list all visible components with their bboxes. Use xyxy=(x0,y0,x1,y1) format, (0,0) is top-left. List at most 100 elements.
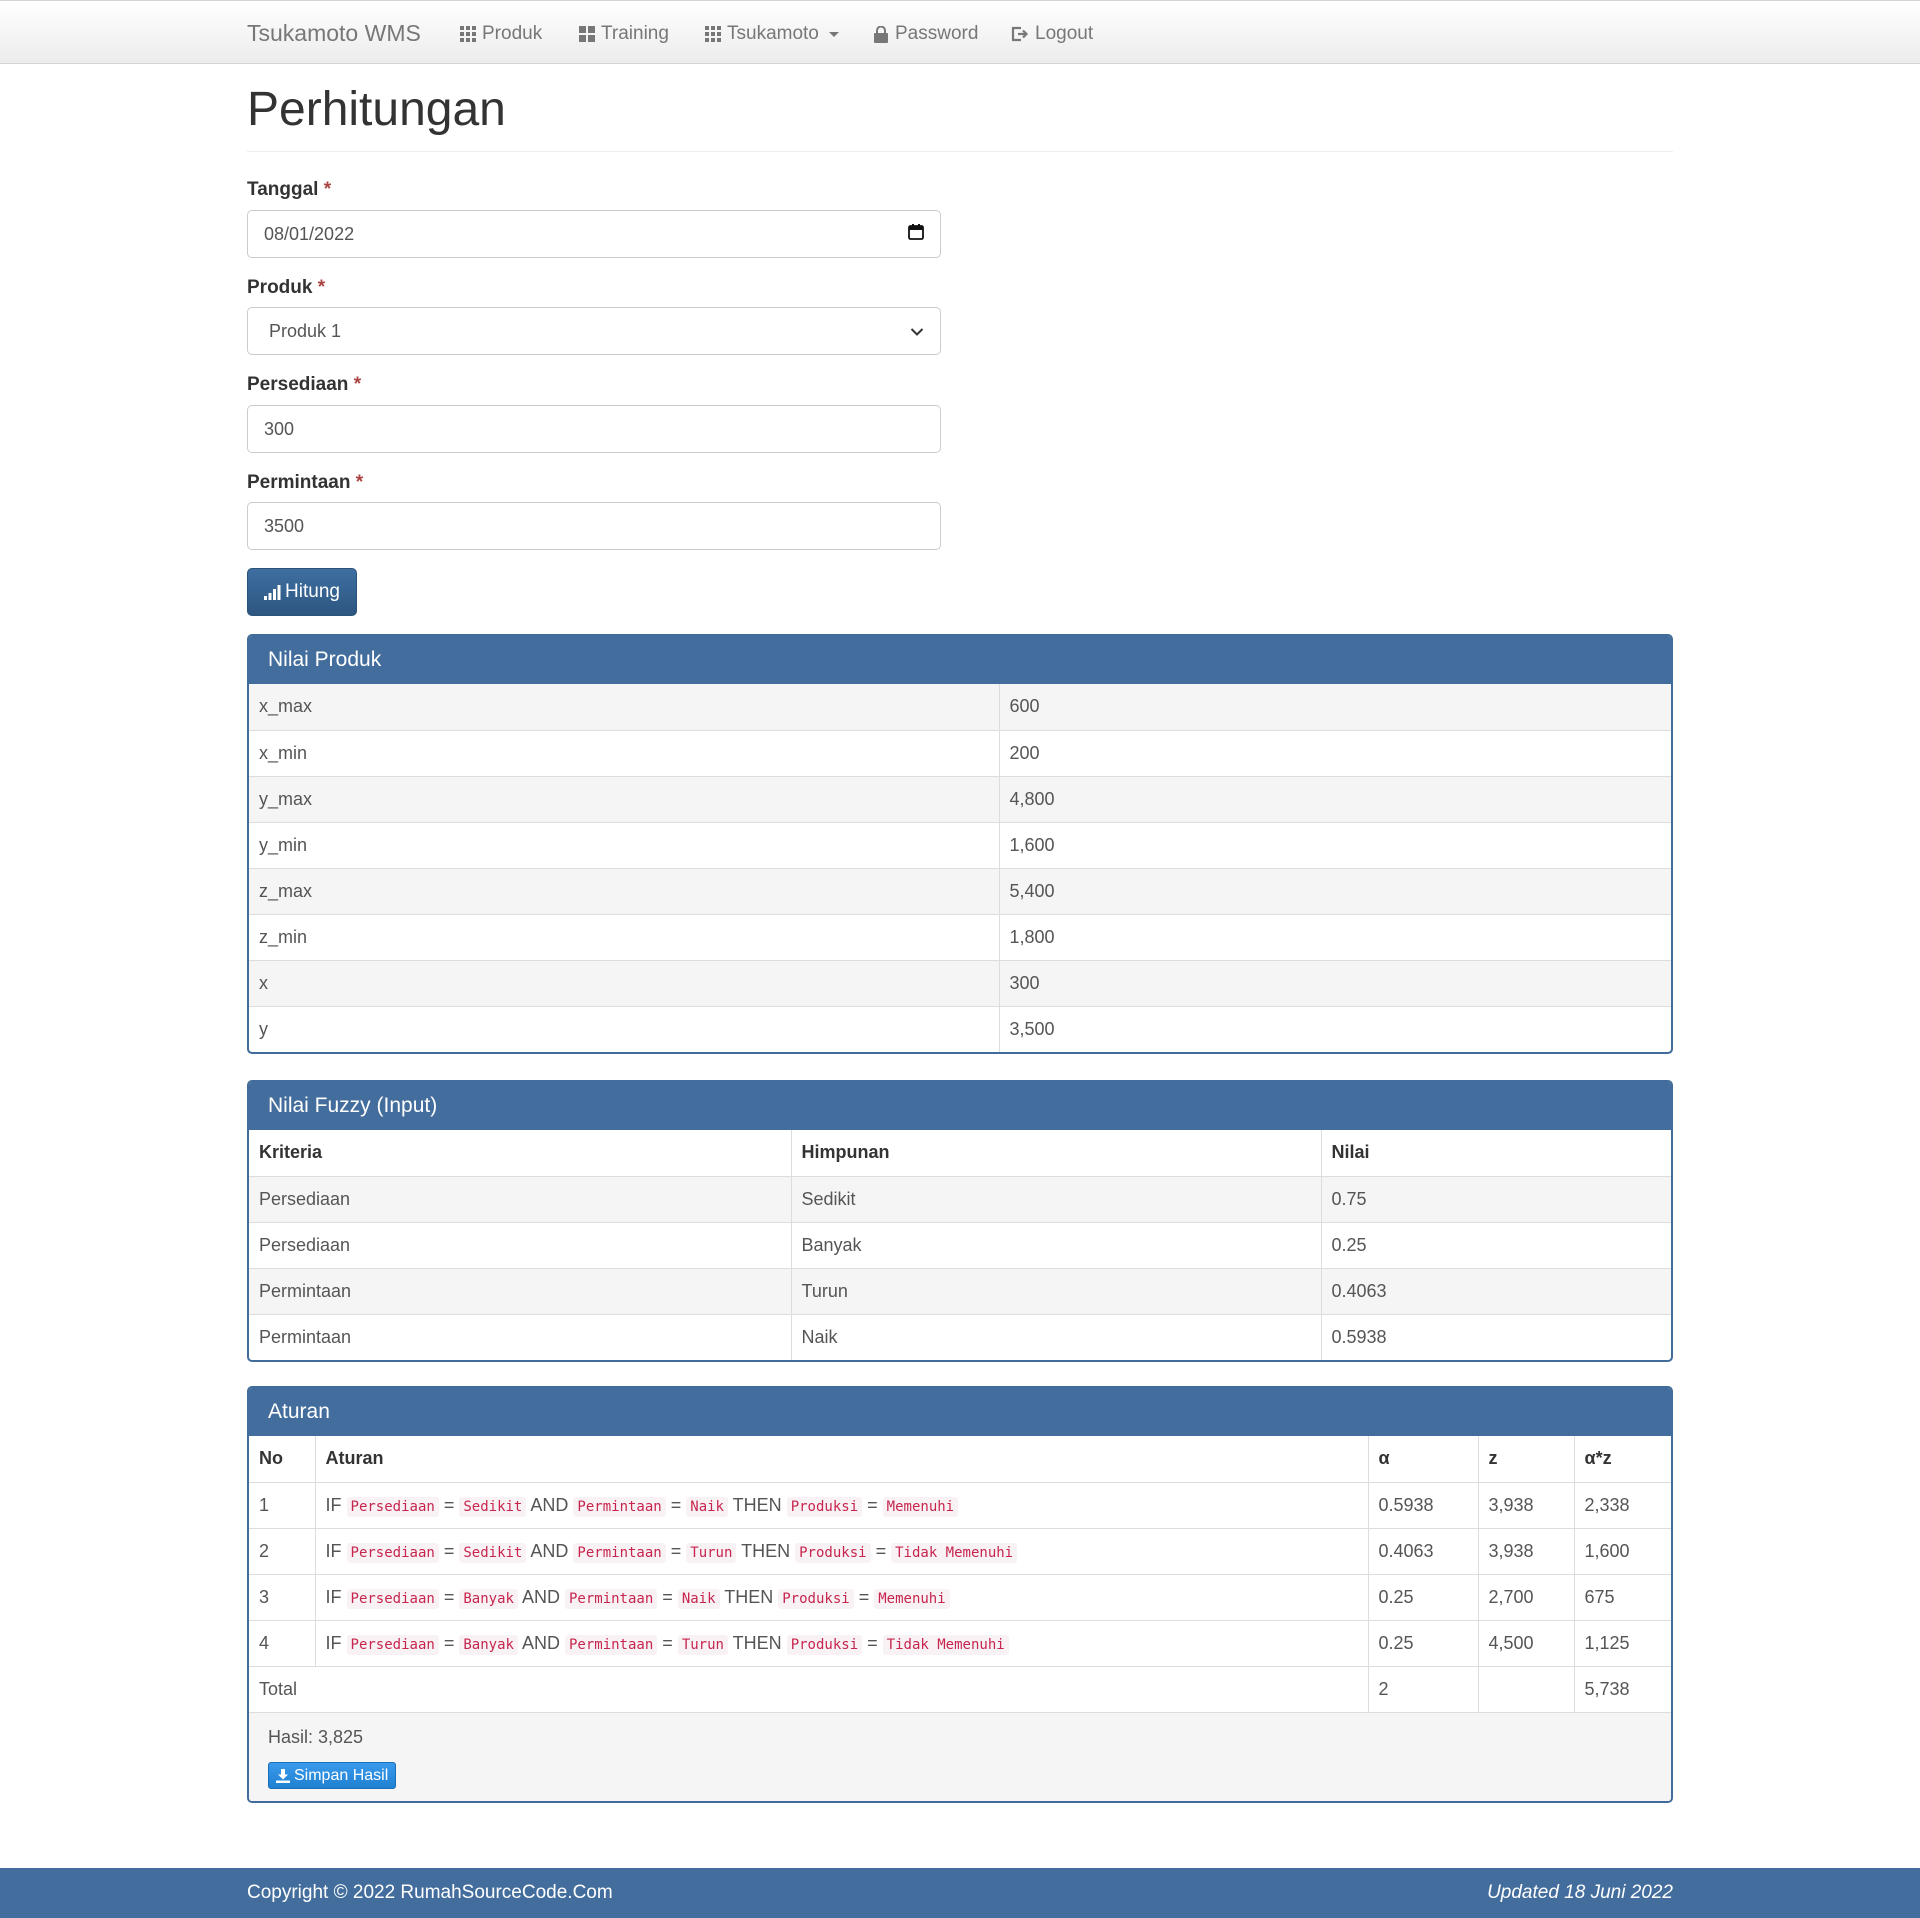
table-row: y_min 1,600 xyxy=(249,821,1671,868)
row-key: x_max xyxy=(249,684,999,730)
nilai-fuzzy-table: Kriteria Himpunan Nilai Persediaan Sedik… xyxy=(249,1130,1671,1360)
table-row: x_max 600 xyxy=(249,684,1671,730)
th-large-icon xyxy=(579,26,595,42)
persediaan-label: Persediaan * xyxy=(247,374,362,395)
table-cell: Banyak xyxy=(790,1221,1321,1268)
table-row: Persediaan Sedikit 0.75 xyxy=(249,1175,1671,1222)
nav-item-logout[interactable]: Logout xyxy=(1011,23,1093,45)
rule-alpha-z: 1,125 xyxy=(1573,1619,1671,1666)
page-footer: Copyright © 2022 RumahSourceCode.Com Upd… xyxy=(0,1868,1920,1918)
table-cell: Naik xyxy=(790,1313,1321,1360)
persediaan-value: 300 xyxy=(264,418,295,439)
rule-text: IF Persediaan = Sedikit AND Permintaan =… xyxy=(314,1481,1368,1528)
rule-alpha: 0.25 xyxy=(1367,1619,1478,1666)
row-key: z_min xyxy=(249,913,999,960)
grid-icon xyxy=(705,26,721,42)
required-mark: * xyxy=(353,374,362,395)
nav-item-produk[interactable]: Produk xyxy=(460,23,542,45)
table-cell: 0.5938 xyxy=(1320,1313,1671,1360)
nav-item-training[interactable]: Training xyxy=(579,23,669,45)
aturan-table: No Aturan α z α*z 1 IF Persediaan = Sedi… xyxy=(249,1436,1671,1712)
signal-icon xyxy=(264,584,281,600)
table-row: y_max 4,800 xyxy=(249,775,1671,822)
table-row: Permintaan Naik 0.5938 xyxy=(249,1313,1671,1360)
calendar-icon[interactable] xyxy=(908,223,924,245)
produk-selected-value: Produk 1 xyxy=(269,320,342,341)
nilai-fuzzy-panel: Nilai Fuzzy (Input) Kriteria Himpunan Ni… xyxy=(247,1080,1673,1362)
total-z xyxy=(1477,1665,1574,1712)
table-cell: Persediaan xyxy=(249,1175,791,1222)
rule-no: 1 xyxy=(249,1481,315,1528)
logout-icon xyxy=(1011,26,1029,42)
permintaan-input[interactable]: 3500 xyxy=(247,502,941,550)
nav-item-tsukamoto-dropdown[interactable]: Tsukamoto xyxy=(705,23,839,45)
rule-z: 3,938 xyxy=(1477,1527,1574,1574)
permintaan-label: Permintaan * xyxy=(247,472,364,493)
column-header: Aturan xyxy=(314,1436,1368,1482)
nilai-produk-panel: Nilai Produk x_max 600 x_min 200 y_max 4… xyxy=(247,634,1673,1054)
table-row: z_max 5,400 xyxy=(249,867,1671,914)
rule-alpha-z: 2,338 xyxy=(1573,1481,1671,1528)
hitung-button-label: Hitung xyxy=(285,581,340,602)
row-key: y xyxy=(249,1005,999,1052)
produk-select[interactable]: Produk 1 xyxy=(247,307,941,355)
rule-alpha: 0.5938 xyxy=(1367,1481,1478,1528)
persediaan-input[interactable]: 300 xyxy=(247,405,941,453)
rule-text: IF Persediaan = Sedikit AND Permintaan =… xyxy=(314,1527,1368,1574)
nav-item-label: Password xyxy=(895,23,979,44)
nav-item-label: Produk xyxy=(482,23,543,44)
grid-icon xyxy=(460,26,476,42)
table-row: z_min 1,800 xyxy=(249,913,1671,960)
table-cell: Permintaan xyxy=(249,1267,791,1314)
column-header: Nilai xyxy=(1320,1130,1671,1176)
row-key: z_max xyxy=(249,867,999,914)
table-row: x 300 xyxy=(249,959,1671,1006)
table-row: x_min 200 xyxy=(249,729,1671,776)
caret-down-icon xyxy=(828,31,839,37)
total-alpha: 2 xyxy=(1367,1665,1478,1712)
rule-no: 2 xyxy=(249,1527,315,1574)
row-key: x_min xyxy=(249,729,999,776)
rule-alpha-z: 1,600 xyxy=(1573,1527,1671,1574)
table-cell: Sedikit xyxy=(790,1175,1321,1222)
table-row: Permintaan Turun 0.4063 xyxy=(249,1267,1671,1314)
column-header: z xyxy=(1477,1436,1574,1482)
hasil-text: Hasil: 3,825 xyxy=(268,1727,364,1747)
table-row: 3 IF Persediaan = Banyak AND Permintaan … xyxy=(249,1573,1671,1620)
permintaan-value: 3500 xyxy=(264,515,305,536)
row-value: 300 xyxy=(998,959,1671,1006)
column-header: α*z xyxy=(1573,1436,1671,1482)
table-cell: Permintaan xyxy=(249,1313,791,1360)
nav-item-password[interactable]: Password xyxy=(873,23,978,45)
required-mark: * xyxy=(355,472,364,493)
rule-no: 4 xyxy=(249,1619,315,1666)
navbar-brand[interactable]: Tsukamoto WMS xyxy=(247,20,421,47)
table-cell: 0.4063 xyxy=(1320,1267,1671,1314)
nav-item-label: Logout xyxy=(1035,23,1094,44)
table-header-row: No Aturan α z α*z xyxy=(249,1436,1671,1482)
row-value: 200 xyxy=(998,729,1671,776)
copyright-text: Copyright © 2022 RumahSourceCode.Com xyxy=(247,1882,613,1903)
row-value: 3,500 xyxy=(998,1005,1671,1052)
nilai-produk-table: x_max 600 x_min 200 y_max 4,800 y_min 1,… xyxy=(249,684,1671,1052)
tanggal-label: Tanggal * xyxy=(247,179,332,200)
rule-no: 3 xyxy=(249,1573,315,1620)
row-key: x xyxy=(249,959,999,1006)
download-icon xyxy=(276,1768,290,1783)
row-value: 5,400 xyxy=(998,867,1671,914)
nav-item-label: Tsukamoto xyxy=(727,23,819,44)
hitung-button[interactable]: Hitung xyxy=(247,568,357,616)
nilai-fuzzy-heading: Nilai Fuzzy (Input) xyxy=(249,1082,1671,1130)
aturan-panel-footer: Hasil: 3,825 Simpan Hasil xyxy=(249,1712,1671,1801)
column-header: Kriteria xyxy=(259,1142,323,1163)
total-row: Total 2 5,738 xyxy=(249,1665,1671,1712)
table-cell: 0.25 xyxy=(1320,1221,1671,1268)
table-row: Persediaan Banyak 0.25 xyxy=(249,1221,1671,1268)
rule-alpha-z: 675 xyxy=(1573,1573,1671,1620)
table-row: y 3,500 xyxy=(249,1005,1671,1052)
row-value: 1,800 xyxy=(998,913,1671,960)
chevron-down-icon xyxy=(910,321,924,342)
total-label: Total xyxy=(249,1665,1368,1712)
simpan-hasil-button[interactable]: Simpan Hasil xyxy=(268,1762,397,1789)
tanggal-date-input[interactable]: 08/01/2022 xyxy=(247,210,941,258)
